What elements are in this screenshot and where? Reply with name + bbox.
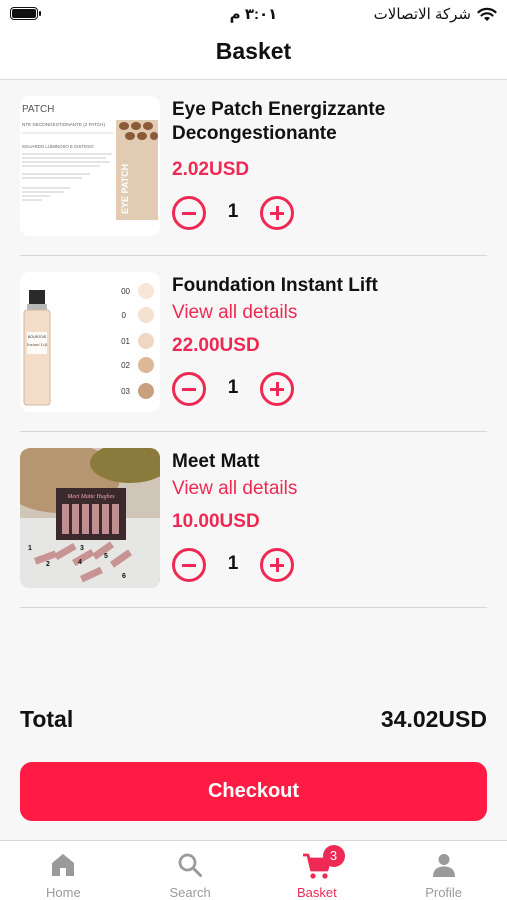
- quantity-stepper: 1: [172, 196, 294, 230]
- thumb-brand: BOURJOIS: [28, 335, 47, 339]
- thumb-subtitle: NTE DECONGESTIONANTE (2 PATCH): [22, 122, 106, 127]
- quantity-value: 1: [227, 377, 239, 398]
- shade-label: 0: [122, 311, 127, 320]
- increase-quantity-button[interactable]: [260, 548, 294, 582]
- thumb-number: 3: [80, 545, 84, 552]
- basket-item: PATCH NTE DECONGESTIONANTE (2 PATCH) SGU…: [20, 80, 487, 256]
- item-name[interactable]: Eye Patch Energizzante Decongestionante: [172, 98, 482, 146]
- shade-label: 02: [121, 361, 130, 370]
- person-icon: [432, 854, 455, 877]
- bottom-tab-bar: Home Search 3 Basket Profile: [0, 840, 507, 900]
- tab-label: Search: [169, 885, 211, 900]
- minus-icon: [182, 212, 196, 215]
- header: Basket: [0, 30, 507, 80]
- tab-label: Home: [46, 885, 81, 900]
- thumb-line: SGUARDO LUMINOSO E DISTESO: [22, 144, 94, 149]
- thumb-number: 6: [122, 573, 126, 580]
- thumb-number: 5: [104, 553, 108, 560]
- plus-icon-vertical: [275, 382, 279, 396]
- status-right: شركة الاتصالات: [374, 5, 497, 23]
- shade-label: 03: [121, 387, 130, 396]
- cart-count-badge: 3: [322, 845, 345, 867]
- thumb-number: 4: [78, 559, 82, 566]
- search-icon: [178, 853, 203, 877]
- quantity-value: 1: [227, 201, 239, 222]
- thumb-box-label: Meet Matte Hughes: [66, 494, 115, 500]
- page-title: Basket: [215, 38, 292, 64]
- eye-patch-image: PATCH NTE DECONGESTIONANTE (2 PATCH) SGU…: [20, 96, 160, 236]
- basket-item: BOURJOIS Instant Lift 00 0 01 02 03 Foun…: [20, 256, 487, 432]
- increase-quantity-button[interactable]: [260, 196, 294, 230]
- lipstick-set-image: Meet Matte Hughes 1 2 3 4 5 6: [20, 448, 160, 588]
- checkout-button[interactable]: Checkout: [20, 762, 487, 821]
- decrease-quantity-button[interactable]: [172, 196, 206, 230]
- thumb-number: 1: [28, 545, 32, 552]
- increase-quantity-button[interactable]: [260, 372, 294, 406]
- item-price: 10.00USD: [172, 511, 260, 532]
- tab-basket[interactable]: 3 Basket: [254, 841, 381, 900]
- tab-profile[interactable]: Profile: [380, 841, 507, 900]
- item-name[interactable]: Foundation Instant Lift: [172, 274, 482, 298]
- item-name[interactable]: Meet Matt: [172, 450, 482, 474]
- decrease-quantity-button[interactable]: [172, 548, 206, 582]
- quantity-stepper: 1: [172, 548, 294, 582]
- thumb-side: EYE PATCH: [120, 164, 130, 214]
- plus-icon-vertical: [275, 206, 279, 220]
- tab-home[interactable]: Home: [0, 841, 127, 900]
- tab-label: Profile: [425, 885, 463, 900]
- tab-label: Basket: [297, 885, 337, 900]
- total-value: 34.02USD: [380, 706, 487, 732]
- wifi-icon: [477, 7, 497, 21]
- plus-icon-vertical: [275, 558, 279, 572]
- minus-icon: [182, 388, 196, 391]
- item-price: 2.02USD: [172, 159, 250, 180]
- product-thumbnail[interactable]: Meet Matte Hughes 1 2 3 4 5 6: [20, 448, 160, 588]
- shade-label: 00: [121, 287, 130, 296]
- tab-search[interactable]: Search: [127, 841, 254, 900]
- shade-label: 01: [121, 337, 130, 346]
- view-details-link[interactable]: View all details: [172, 478, 297, 500]
- foundation-image: BOURJOIS Instant Lift 00 0 01 02 03: [20, 272, 160, 412]
- product-thumbnail[interactable]: BOURJOIS Instant Lift 00 0 01 02 03: [20, 272, 160, 412]
- thumb-number: 2: [46, 561, 50, 568]
- product-thumbnail[interactable]: PATCH NTE DECONGESTIONANTE (2 PATCH) SGU…: [20, 96, 160, 236]
- carrier-name: شركة الاتصالات: [373, 6, 471, 23]
- decrease-quantity-button[interactable]: [172, 372, 206, 406]
- item-price: 22.00USD: [172, 335, 260, 356]
- basket-item: Meet Matte Hughes 1 2 3 4 5 6 Meet Matt …: [20, 432, 487, 608]
- total-label: Total: [20, 706, 74, 732]
- home-icon: [52, 854, 75, 876]
- quantity-stepper: 1: [172, 372, 294, 406]
- minus-icon: [182, 564, 196, 567]
- view-details-link[interactable]: View all details: [172, 302, 297, 324]
- thumb-label: PATCH: [22, 104, 54, 115]
- status-bar: ٣:٠١ م شركة الاتصالات: [0, 0, 507, 30]
- quantity-value: 1: [227, 553, 239, 574]
- thumb-product: Instant Lift: [26, 342, 48, 347]
